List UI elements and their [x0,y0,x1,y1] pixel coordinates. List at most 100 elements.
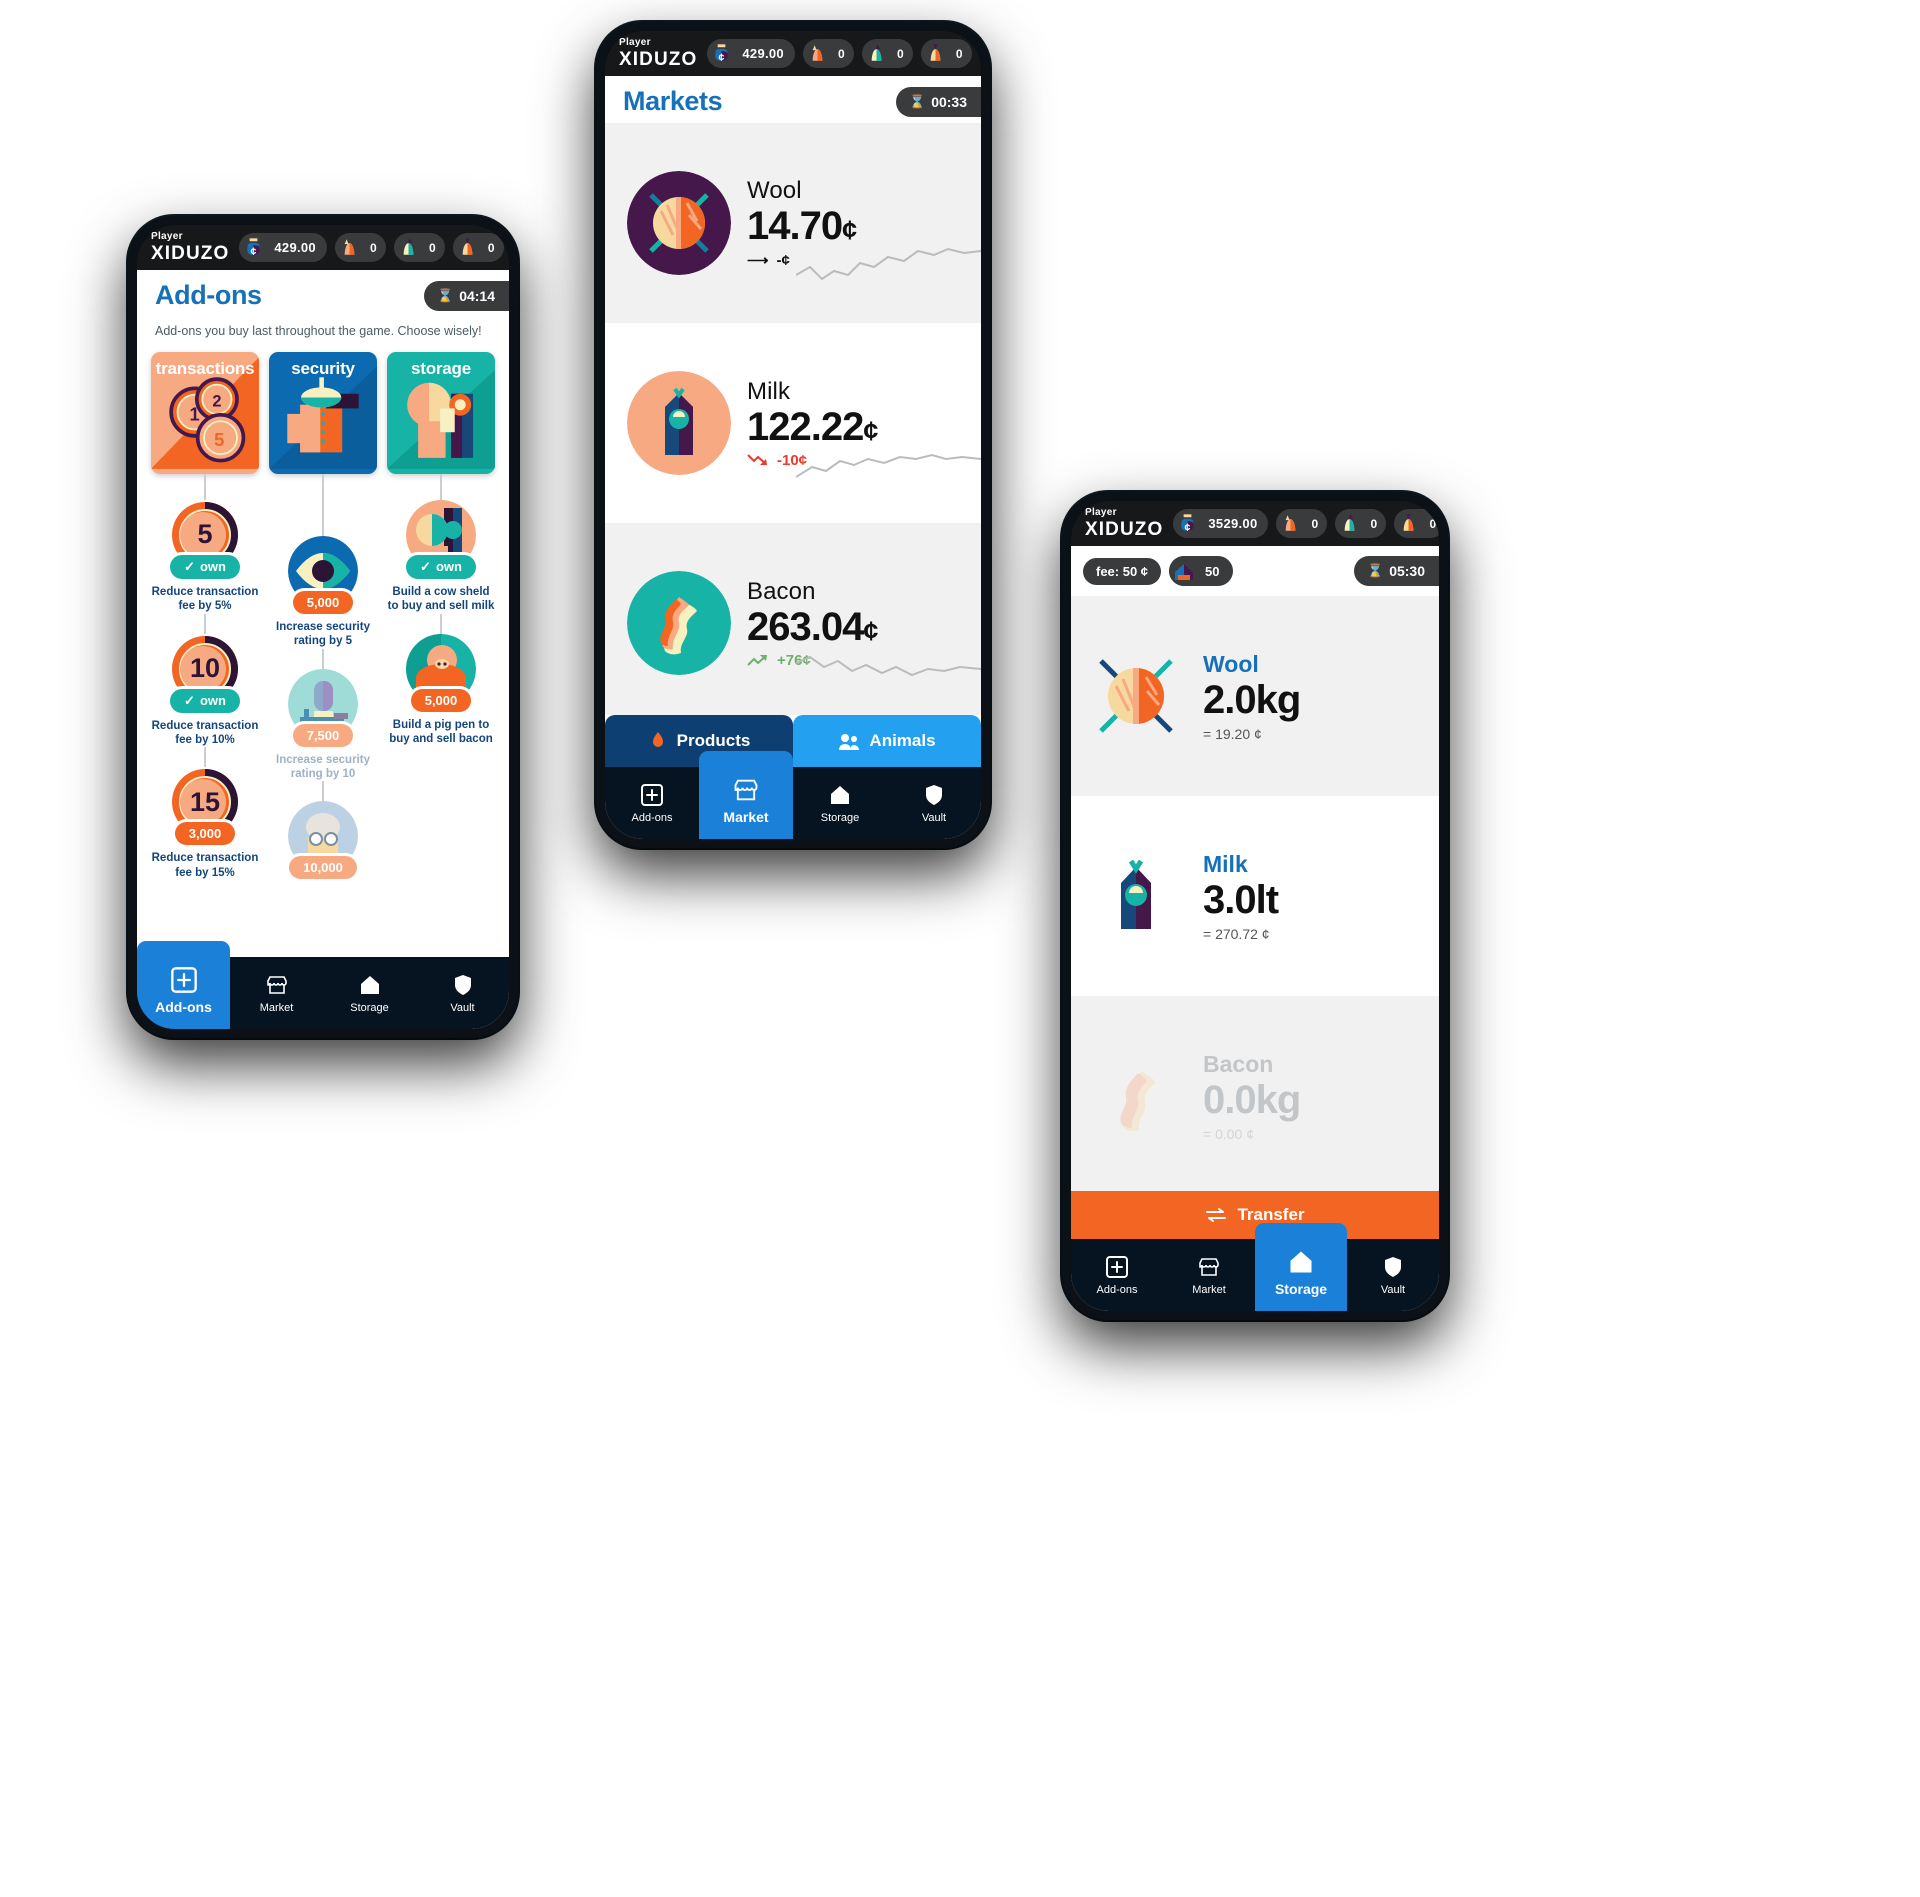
nav-storage[interactable]: Storage [323,957,416,1029]
pig-icon [334,233,364,262]
connector-line [322,473,324,536]
nav-label: Storage [820,811,860,824]
round-timer: ⌛ 04:14 [424,280,509,311]
category-transactions[interactable]: 1 2 5 transactions [151,351,259,474]
cost-badge: 7,500 [292,723,354,747]
storage-icon [1290,1251,1312,1272]
nav-label: Market [723,808,769,825]
node-description: Increase security rating by 10 [276,753,370,780]
money-bag-icon: ¢ [1173,509,1203,538]
wallet-pill[interactable]: ¢ 3529.00 [1173,509,1269,538]
market-screen: Markets ⌛ 00:33 Wool 14.70¢ ⟶ -¢ Milk 12… [605,76,981,839]
nav-storage[interactable]: Storage [793,767,887,839]
storage-row[interactable]: Bacon 0.0kg = 0.00 ¢ [1071,996,1439,1191]
money-bag-icon: ¢ [239,233,269,262]
vault-icon [454,974,471,995]
node-description: Increase security rating by 5 [276,620,370,648]
capacity-chip[interactable]: 50 [1169,556,1233,586]
item-quantity: 0.0kg [1203,1077,1301,1122]
storage-rows: Wool 2.0kg = 19.20 ¢ Milk 3.0lt = 270.72 [1071,596,1439,1191]
addon-node[interactable]: 15 3,000 Reduce transaction fee by 15% [151,767,259,880]
addon-node[interactable]: 5,000 Increase security rating by 5 [269,535,377,649]
nav-label: Market [259,1001,294,1014]
svg-text:2: 2 [212,392,221,410]
nav-market[interactable]: Market [230,957,323,1029]
player-name: XIDUZO [1085,519,1164,540]
sheep-counter-pill[interactable]: 0 [1394,509,1439,538]
nav-label: Vault [450,1001,475,1014]
node-description: Reduce transaction fee by 10% [151,719,259,746]
badge-label: 3,000 [188,826,222,842]
pig-counter-pill[interactable]: 0 [1276,509,1328,538]
bottom-nav-storage: Add-ons Market Storage Vault [1071,1223,1439,1311]
category-storage[interactable]: storage [387,351,495,474]
badge-label: 10,000 [303,860,343,876]
cow-counter-pill[interactable]: 0 [393,233,445,262]
nav-add-ons[interactable]: Add-ons [605,767,699,839]
addon-node[interactable]: 5 ✓ own Reduce transaction fee by 5% [151,500,259,614]
sheep-count: 0 [487,240,495,255]
market-row[interactable]: Wool 14.70¢ ⟶ -¢ [605,123,981,323]
wallet-pill[interactable]: ¢ 429.00 [239,233,327,262]
sheep-counter-pill[interactable]: 0 [920,39,972,68]
addon-node[interactable]: 10 ✓ own Reduce transaction fee by 10% [151,634,259,748]
player-identity: Player XIDUZO [619,38,697,70]
category-label: security [291,358,355,378]
node-number: 10 [189,653,221,684]
player-identity: Player XIDUZO [1085,508,1164,540]
products-icon [652,732,663,747]
track-storage: ✓ own Build a cow sheld to buy and sell … [387,473,495,880]
vault-icon [926,784,942,805]
trend-flat-icon: ⟶ [747,252,769,269]
fee-chip[interactable]: fee: 50 ¢ [1083,557,1162,585]
product-name: Milk [747,377,791,405]
transfer-label: Transfer [1237,1205,1305,1224]
wallet-value: 429.00 [274,240,316,255]
item-name: Milk [1203,850,1248,877]
track-transactions: 5 ✓ own Reduce transaction fee by 5% 10 … [151,473,259,880]
nav-market[interactable]: Market [699,751,793,839]
addon-node[interactable]: 7,500 Increase security rating by 10 [269,668,377,782]
phone-storage: Player XIDUZO ¢ 3529.00 0 0 0 fee: 50 ¢ … [1062,492,1448,1320]
addon-node[interactable]: 10,000 [288,801,358,880]
nav-vault[interactable]: Vault [887,767,981,839]
transfer-icon [1206,1208,1227,1222]
storage-info: Wool 2.0kg = 19.20 ¢ [1203,651,1301,742]
nav-market[interactable]: Market [1163,1239,1255,1311]
node-description: Build a pig pen to buy and sell bacon [389,718,493,745]
storage-info: Milk 3.0lt = 270.72 ¢ [1203,850,1279,942]
addons-description: Add-ons you buy last throughout the game… [155,324,482,338]
addon-node[interactable]: 5,000 Build a pig pen to buy and sell ba… [387,633,495,747]
wallet-pill[interactable]: ¢ 429.00 [707,39,795,68]
pig-count: 0 [837,46,845,61]
round-timer: ⌛ 00:33 [896,86,981,117]
nav-label: Vault [1380,1283,1406,1296]
addon-node[interactable]: ✓ own Build a cow sheld to buy and sell … [387,499,495,614]
storage-icon [360,975,379,994]
cow-counter-pill[interactable]: 0 [1335,509,1387,538]
storage-row[interactable]: Wool 2.0kg = 19.20 ¢ [1071,596,1439,796]
market-icon [266,975,287,994]
market-row[interactable]: Milk 122.22¢ -10¢ [605,323,981,523]
storage-row[interactable]: Milk 3.0lt = 270.72 ¢ [1071,796,1439,996]
nav-storage[interactable]: Storage [1255,1223,1347,1311]
cow-counter-pill[interactable]: 0 [861,39,913,68]
hourglass-icon: ⌛ [1367,563,1384,578]
sheep-counter-pill[interactable]: 0 [452,233,504,262]
timer-value: 05:30 [1389,563,1425,579]
pig-count: 0 [1311,516,1319,531]
market-tab-bar: Products Animals [605,715,981,767]
connector-line [204,473,206,500]
nav-add-ons[interactable]: Add-ons [1071,1239,1163,1311]
pig-counter-pill[interactable]: 0 [802,39,854,68]
nav-vault[interactable]: Vault [416,957,509,1029]
connector-line [322,781,324,802]
market-row[interactable]: Bacon 263.04¢ +76¢ [605,523,981,715]
owned-badge: ✓ own [406,554,476,579]
pig-counter-pill[interactable]: 0 [334,233,386,262]
tab-animals[interactable]: Animals [793,715,981,767]
addons-screen: Add-ons ⌛ 04:14 Add-ons you buy last thr… [137,270,509,1029]
nav-vault[interactable]: Vault [1347,1239,1439,1311]
connector-line [204,747,206,768]
category-security[interactable]: security [269,351,377,474]
